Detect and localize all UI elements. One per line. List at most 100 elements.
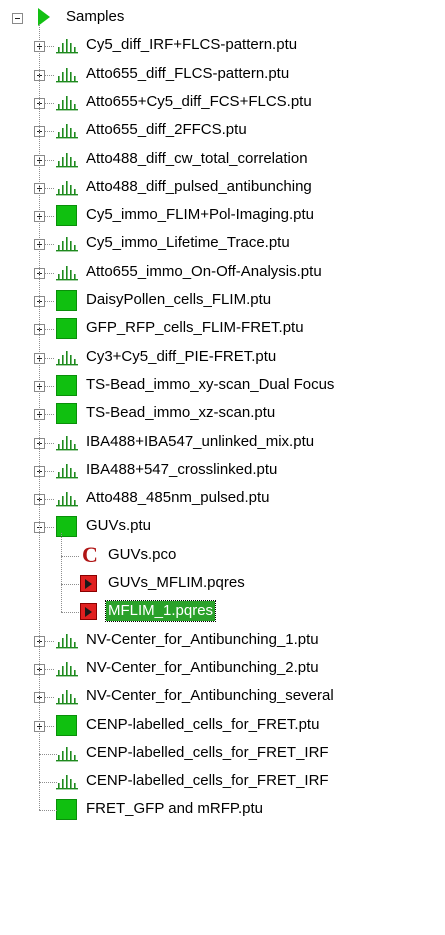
tree-item[interactable]: TS-Bead_immo_xy-scan_Dual Focus bbox=[0, 374, 445, 404]
file-tree: Samples Cy5_diff_IRF+FLCS-pattern.ptu Atto… bbox=[0, 0, 445, 935]
tree-item[interactable]: TS-Bead_immo_xz-scan.ptu bbox=[0, 403, 445, 432]
tree-child-item[interactable]: MFLIM_1.pqres bbox=[0, 600, 445, 630]
tree-item[interactable]: Cy5_immo_FLIM+Pol-Imaging.ptu bbox=[0, 205, 445, 234]
image-icon bbox=[56, 205, 77, 227]
tree-item[interactable]: NV-Center_for_Antibunching_1.ptu bbox=[0, 631, 445, 659]
tree-item-label: NV-Center_for_Antibunching_several bbox=[86, 687, 334, 705]
image-icon bbox=[56, 714, 77, 736]
tree-guide-line bbox=[39, 810, 57, 812]
tree-item-label: GUVs_MFLIM.pqres bbox=[108, 574, 245, 591]
tree-item-label: Atto655_immo_On-Off-Analysis.ptu bbox=[86, 262, 322, 280]
tree-item[interactable]: DaisyPollen_cells_FLIM.ptu bbox=[0, 290, 445, 319]
collapse-toggle-icon[interactable] bbox=[12, 13, 23, 24]
tree-item-label: Atto488_485nm_pulsed.ptu bbox=[86, 489, 270, 507]
tree-guide-line bbox=[45, 131, 54, 133]
tree-item[interactable]: FRET_GFP and mRFP.ptu bbox=[0, 799, 445, 828]
tree-guide-line bbox=[45, 244, 54, 246]
tree-item[interactable]: Atto655_immo_On-Off-Analysis.ptu bbox=[0, 263, 445, 291]
histogram-icon bbox=[56, 689, 78, 705]
tree-item[interactable]: GUVs.ptu bbox=[0, 516, 445, 545]
tree-guide-line bbox=[45, 414, 54, 416]
tree-item-label: TS-Bead_immo_xz-scan.ptu bbox=[86, 404, 276, 422]
tree-item[interactable]: Atto655+Cy5_diff_FCS+FLCS.ptu bbox=[0, 93, 445, 121]
tree-item-label: MFLIM_1.pqres bbox=[104, 600, 217, 623]
tree-item[interactable]: Atto488_485nm_pulsed.ptu bbox=[0, 489, 445, 517]
tree-item-label: Cy3+Cy5_diff_PIE-FRET.ptu bbox=[86, 347, 277, 365]
tree-guide-line bbox=[45, 725, 54, 727]
tree-guide-line bbox=[45, 697, 54, 699]
tree-guide-line bbox=[45, 668, 54, 670]
tree-guide-line bbox=[45, 272, 54, 274]
tree-guide-line bbox=[45, 640, 54, 642]
histogram-icon bbox=[56, 265, 78, 281]
tree-item[interactable]: Cy5_diff_IRF+FLCS-pattern.ptu bbox=[0, 36, 445, 64]
tree-item-label: GUVs.ptu bbox=[86, 517, 152, 535]
histogram-icon bbox=[56, 38, 78, 54]
tree-item[interactable]: CENP-labelled_cells_for_FRET_IRF bbox=[0, 744, 445, 772]
histogram-icon bbox=[56, 67, 78, 83]
tree-item[interactable]: Atto655_diff_2FFCS.ptu bbox=[0, 121, 445, 149]
histogram-icon bbox=[56, 463, 78, 479]
image-icon bbox=[56, 318, 77, 340]
tree-guide-line bbox=[45, 470, 54, 472]
tree-item-label: GUVs.pco bbox=[108, 545, 177, 563]
tree-guide-line bbox=[61, 533, 62, 613]
pqres-icon bbox=[80, 575, 97, 592]
tree-guide-line bbox=[45, 385, 54, 387]
histogram-icon bbox=[56, 95, 78, 111]
image-icon bbox=[56, 374, 77, 396]
tree-item-label: IBA488+IBA547_unlinked_mix.ptu bbox=[86, 432, 315, 450]
tree-guide-line bbox=[39, 782, 57, 784]
tree-item-label: CENP-labelled_cells_for_FRET_IRF bbox=[86, 743, 329, 761]
tree-item-label: Cy5_diff_IRF+FLCS-pattern.ptu bbox=[86, 36, 298, 54]
tree-guide-line bbox=[45, 102, 54, 104]
tree-item[interactable]: Atto655_diff_FLCS-pattern.ptu bbox=[0, 65, 445, 93]
tree-item-label: NV-Center_for_Antibunching_1.ptu bbox=[86, 630, 319, 648]
tree-item[interactable]: GFP_RFP_cells_FLIM-FRET.ptu bbox=[0, 318, 445, 347]
tree-item[interactable]: Cy5_immo_Lifetime_Trace.ptu bbox=[0, 234, 445, 262]
tree-item[interactable]: IBA488+IBA547_unlinked_mix.ptu bbox=[0, 433, 445, 461]
tree-item-label: FRET_GFP and mRFP.ptu bbox=[86, 800, 264, 818]
tree-guide-line bbox=[45, 357, 54, 359]
tree-guide-line bbox=[45, 329, 54, 331]
tree-guide-line bbox=[39, 24, 40, 811]
tree-item[interactable]: NV-Center_for_Antibunching_2.ptu bbox=[0, 659, 445, 687]
tree-child-item[interactable]: C GUVs.pco bbox=[0, 543, 445, 574]
tree-item-label: IBA488+547_crosslinked.ptu bbox=[86, 460, 278, 478]
tree-item-label: Cy5_immo_FLIM+Pol-Imaging.ptu bbox=[86, 206, 315, 224]
tree-guide-line bbox=[39, 753, 57, 755]
histogram-icon bbox=[56, 774, 78, 790]
tree-guide-line bbox=[45, 216, 54, 218]
tree-item[interactable]: Cy3+Cy5_diff_PIE-FRET.ptu bbox=[0, 348, 445, 376]
tree-item[interactable]: Atto488_diff_pulsed_antibunching bbox=[0, 178, 445, 206]
tree-item-label: Atto655_diff_FLCS-pattern.ptu bbox=[86, 64, 290, 82]
tree-item[interactable]: Atto488_diff_cw_total_correlation bbox=[0, 150, 445, 178]
tree-item-label: Atto488_diff_cw_total_correlation bbox=[86, 149, 308, 167]
tree-item[interactable]: IBA488+547_crosslinked.ptu bbox=[0, 461, 445, 489]
tree-item[interactable]: CENP-labelled_cells_for_FRET.ptu bbox=[0, 714, 445, 744]
histogram-icon bbox=[56, 180, 78, 196]
image-icon bbox=[56, 290, 77, 311]
histogram-icon bbox=[56, 633, 78, 649]
tree-guide-line bbox=[61, 584, 79, 585]
histogram-icon bbox=[56, 236, 78, 252]
tree-item[interactable]: NV-Center_for_Antibunching_several bbox=[0, 687, 445, 715]
tree-item-label: NV-Center_for_Antibunching_2.ptu bbox=[86, 658, 319, 676]
tree-item-label: Atto655+Cy5_diff_FCS+FLCS.ptu bbox=[86, 92, 312, 110]
tree-item[interactable]: CENP-labelled_cells_for_FRET_IRF bbox=[0, 772, 445, 800]
tree-item-label: TS-Bead_immo_xy-scan_Dual Focus bbox=[86, 375, 335, 393]
tree-root-samples[interactable]: Samples bbox=[0, 8, 445, 36]
tree-item-label: Cy5_immo_Lifetime_Trace.ptu bbox=[86, 234, 290, 252]
tree-item-label: GFP_RFP_cells_FLIM-FRET.ptu bbox=[86, 319, 304, 337]
tree-guide-line bbox=[61, 555, 79, 557]
tree-guide-line bbox=[45, 187, 54, 189]
tree-child-item[interactable]: GUVs_MFLIM.pqres bbox=[0, 574, 445, 602]
tree-guide-line bbox=[45, 46, 54, 48]
histogram-icon bbox=[56, 491, 78, 507]
tree-item-label: CENP-labelled_cells_for_FRET.ptu bbox=[86, 715, 320, 733]
tree-guide-line bbox=[45, 159, 54, 161]
tree-guide-line bbox=[45, 499, 54, 501]
histogram-icon bbox=[56, 746, 78, 762]
tree-guide-line bbox=[61, 612, 79, 614]
histogram-icon bbox=[56, 152, 78, 168]
